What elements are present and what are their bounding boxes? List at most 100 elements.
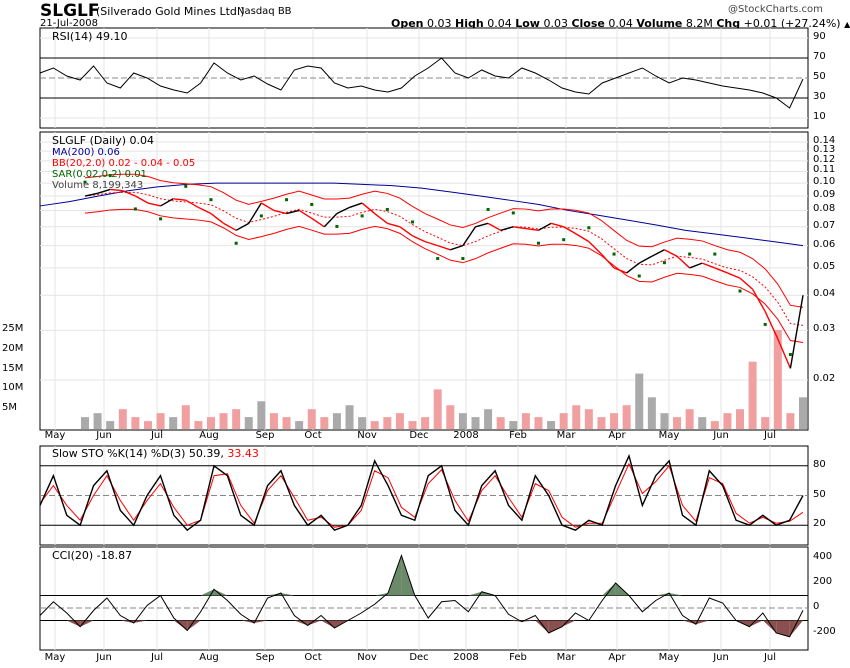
x-axis-label-bottom: Dec (409, 652, 429, 663)
price-tick-label: 0.12 (813, 153, 836, 165)
sar-dot (511, 211, 515, 215)
sar-dot (637, 274, 641, 278)
volume-bar (723, 413, 732, 429)
x-axis-label-top: Oct (304, 430, 322, 441)
panel-frame (39, 131, 809, 431)
volume-bar (269, 413, 278, 429)
volume-bar (496, 417, 505, 429)
sar-dot (688, 252, 692, 256)
x-axis-label-top: May (44, 430, 66, 441)
volume-bar (698, 417, 707, 429)
x-axis-label-bottom: May (658, 652, 680, 663)
volume-bar (433, 389, 442, 429)
sar-dot (738, 289, 742, 293)
volume-bar (736, 409, 745, 429)
volume-bar (547, 421, 556, 429)
volume-bar (93, 413, 102, 429)
sar-dot (562, 238, 566, 242)
rsi-tick-label: 10 (813, 111, 826, 122)
x-axis-label-top: 2008 (453, 430, 479, 441)
sar-dot (259, 214, 263, 218)
sar-dot (763, 322, 767, 326)
volume-bar (257, 401, 266, 429)
volume-bar (143, 421, 152, 429)
volume-bar (647, 397, 656, 429)
x-axis-label-bottom: Nov (357, 652, 377, 663)
x-axis-label-bottom: Sep (255, 652, 275, 663)
sar-dot (285, 198, 289, 202)
volume-tick-label: 25M (2, 323, 24, 334)
volume-tick-label: 20M (2, 342, 24, 354)
volume-bar (471, 417, 480, 429)
sto-title-d: 33.43 (227, 447, 259, 460)
cci-tick-label: -200 (813, 626, 836, 637)
volume-tick-label: 10M (2, 382, 24, 394)
volume-bar (597, 417, 606, 429)
price-tick-label: 0.10 (813, 176, 836, 188)
volume-bar (748, 361, 757, 429)
volume-bar (358, 417, 367, 429)
volume-bar (295, 421, 304, 429)
volume-bar (370, 421, 379, 429)
legend-bb: BB(20,2.0) 0.02 - 0.04 - 0.05 (52, 158, 196, 169)
sar-dot (335, 224, 339, 228)
volume-tick-label: 15M (2, 362, 24, 374)
price-tick-label: 0.03 (813, 323, 836, 335)
sar-dot (461, 257, 465, 261)
volume-bar (421, 417, 430, 429)
volume-bar (282, 417, 291, 429)
sar-dot (436, 257, 440, 261)
sar-dot (184, 184, 188, 188)
volume-bar (458, 413, 467, 429)
volume-bar (383, 417, 392, 429)
price-tick-label: 0.06 (813, 238, 836, 250)
sar-dot (486, 207, 490, 211)
volume-bar (181, 405, 190, 429)
x-axis-label-top: Dec (409, 430, 429, 441)
volume-bar (408, 421, 417, 429)
sto-tick-label: 50 (813, 488, 826, 500)
volume-bar (484, 409, 493, 429)
sto-title-k: Slow STO %K(14) %D(3) 50.39, (52, 447, 224, 460)
sto-title: Slow STO %K(14) %D(3) 50.39, 33.43 (52, 447, 259, 460)
rsi-tick-label: 70 (813, 51, 826, 62)
cci-tick-label: 0 (813, 601, 820, 612)
volume-bar (673, 417, 682, 429)
legend-volume: Volume 8,199,343 (52, 180, 144, 191)
price-tick-label: 0.07 (813, 219, 836, 231)
volume-bar (534, 417, 543, 429)
sar-dot (536, 241, 540, 245)
volume-bar (395, 413, 404, 429)
volume-bar (219, 413, 228, 429)
cci-tick-label: 400 (813, 551, 833, 562)
cci-title: CCI(20) -18.87 (52, 549, 133, 562)
x-axis-label-bottom: Feb (509, 652, 527, 663)
x-axis-label-bottom: May (44, 652, 66, 663)
rsi-tick-label: 30 (813, 91, 826, 102)
x-axis-label-top: Sep (255, 430, 275, 441)
volume-bar (761, 417, 770, 429)
volume-bar (446, 405, 455, 429)
legend-sar: SAR(0.02,0.2) 0.01 (52, 169, 147, 180)
volume-bar (799, 397, 807, 429)
sar-dot (662, 261, 666, 265)
price-tick-label: 0.09 (813, 189, 836, 201)
sar-dot (713, 252, 717, 256)
stock-chart: SLGLF (Silverado Gold Mines Ltd.) Nasdaq… (0, 0, 850, 668)
rsi-tick-label: 90 (813, 31, 826, 42)
volume-tick-label: 5M (2, 402, 17, 414)
volume-bar (660, 413, 669, 429)
sar-dot (159, 217, 163, 221)
price-tick-label: 0.11 (813, 164, 836, 176)
volume-bar (345, 405, 354, 429)
volume-bar (156, 413, 165, 429)
legend-ma: MA(200) 0.06 (52, 147, 120, 158)
volume-bar (332, 413, 341, 429)
volume-bar (106, 421, 115, 429)
volume-bar (610, 413, 619, 429)
chart-canvas (39, 27, 809, 651)
rsi-tick-label: 50 (813, 71, 826, 82)
sar-dot (788, 352, 792, 356)
volume-bar (206, 417, 215, 429)
panel-frame (39, 546, 809, 651)
